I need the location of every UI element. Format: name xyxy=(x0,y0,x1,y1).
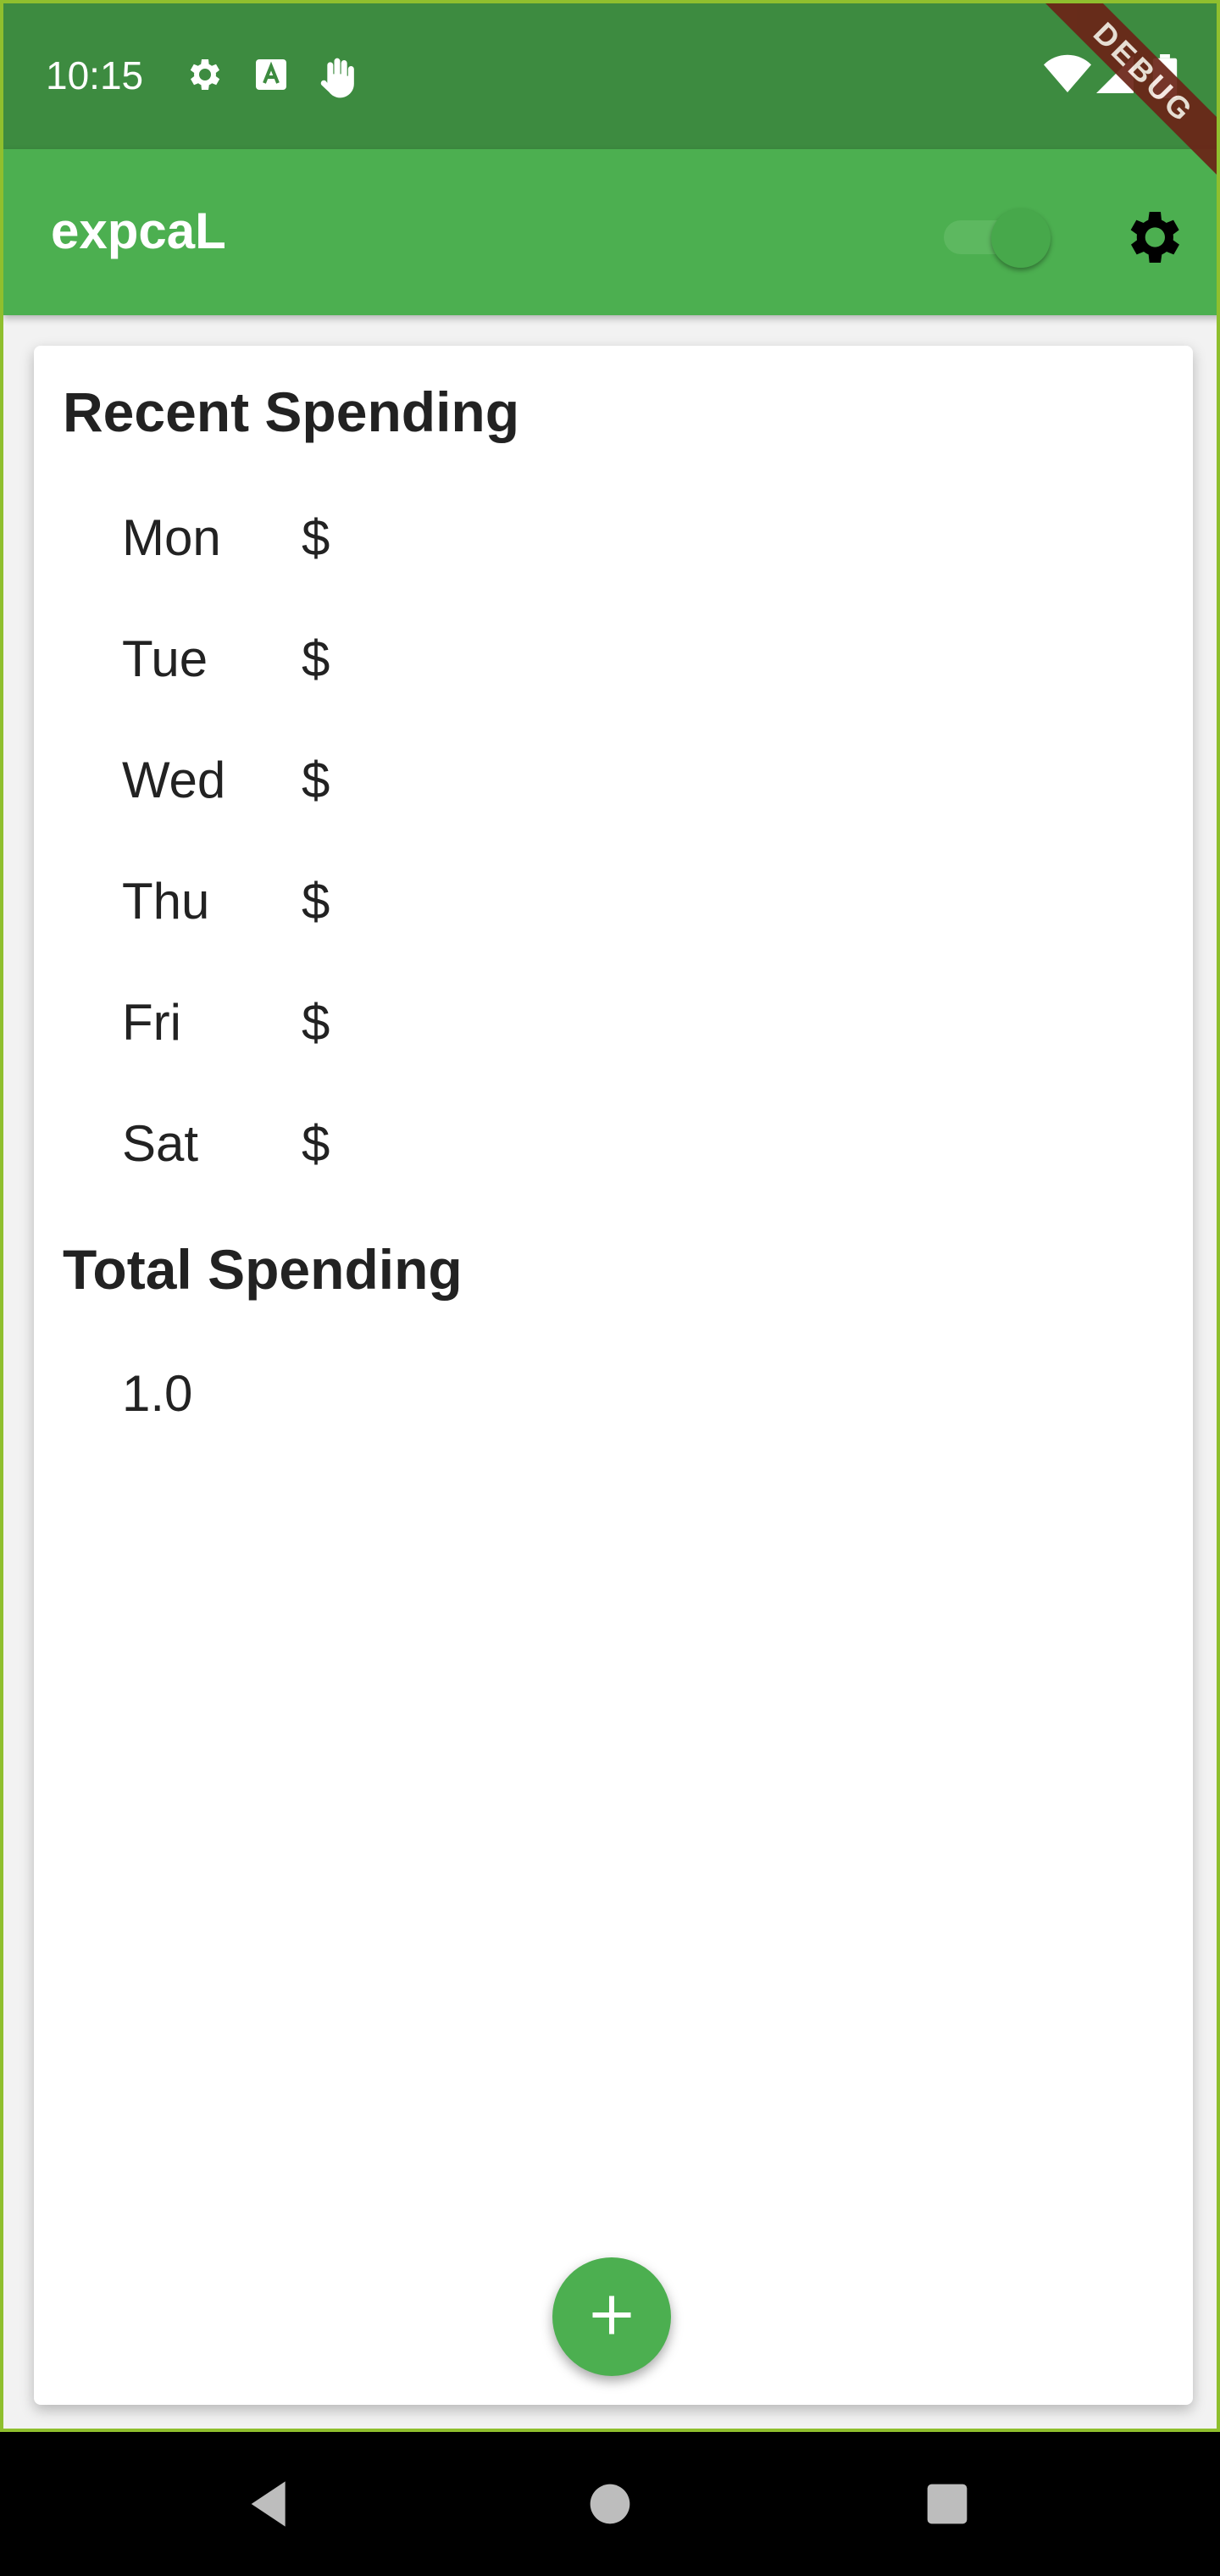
recents-button[interactable] xyxy=(913,2470,981,2538)
status-bar: 10:15 xyxy=(3,3,1217,149)
home-icon xyxy=(576,2484,644,2541)
add-expense-button[interactable] xyxy=(552,2257,671,2376)
day-amount: $ xyxy=(302,994,330,1051)
app-title: expcaL xyxy=(51,203,226,259)
spending-card: Recent Spending Mon $ Tue $ Wed $ Thu $ … xyxy=(34,346,1193,2405)
settings-button[interactable] xyxy=(1118,203,1186,271)
day-label: Wed xyxy=(122,752,226,808)
back-button[interactable] xyxy=(237,2470,305,2538)
hand-wave-icon xyxy=(313,54,354,98)
plus-icon xyxy=(586,2290,637,2345)
day-amount: $ xyxy=(302,752,330,808)
day-label: Fri xyxy=(122,994,181,1051)
day-amount: $ xyxy=(302,1115,330,1172)
day-label: Mon xyxy=(122,509,221,566)
wifi-icon xyxy=(1044,54,1091,95)
day-amount: $ xyxy=(302,509,330,566)
day-label: Thu xyxy=(122,873,210,930)
day-label: Sat xyxy=(122,1115,199,1172)
back-icon xyxy=(237,2481,305,2541)
app-window: 10:15 expcaL DEBUG Recent Spending Mon $… xyxy=(0,0,1220,2432)
gear-icon xyxy=(1118,212,1186,275)
day-amount: $ xyxy=(302,873,330,930)
home-button[interactable] xyxy=(576,2470,644,2538)
total-spending-title: Total Spending xyxy=(63,1238,463,1301)
day-amount: $ xyxy=(302,630,330,687)
day-label: Tue xyxy=(122,630,208,687)
a-box-icon xyxy=(251,54,291,95)
gear-icon xyxy=(183,54,224,95)
recent-spending-title: Recent Spending xyxy=(63,380,520,443)
system-nav-bar xyxy=(0,2432,1220,2576)
total-spending-value: 1.0 xyxy=(122,1365,193,1422)
recents-icon xyxy=(913,2484,981,2541)
theme-toggle[interactable] xyxy=(944,208,1054,268)
toggle-thumb xyxy=(991,208,1051,268)
app-bar: expcaL xyxy=(3,149,1217,315)
status-time: 10:15 xyxy=(46,53,144,97)
